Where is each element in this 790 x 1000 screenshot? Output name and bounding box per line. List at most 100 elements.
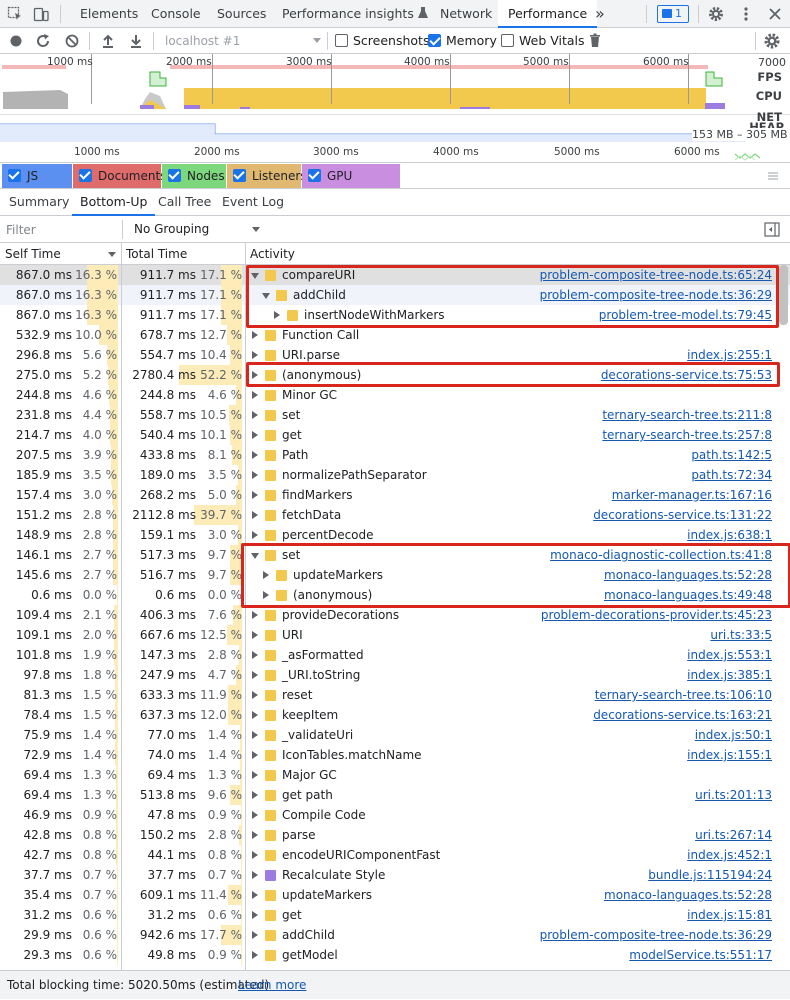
table-row[interactable]: 78.4 ms 1.5 % 637.3 ms 12.0 % keepItem decora…	[0, 705, 790, 725]
more-tabs-button[interactable]: »	[595, 0, 605, 28]
source-link[interactable]: index.js:50:1	[695, 725, 772, 745]
more-options-kebab-icon[interactable]	[738, 6, 754, 22]
nodes-checkbox[interactable]	[168, 169, 181, 182]
inspect-element-icon[interactable]	[7, 6, 23, 22]
listeners-checkbox[interactable]	[233, 169, 246, 182]
source-link[interactable]: path.ts:142:5	[691, 445, 772, 465]
table-row[interactable]: 35.4 ms 0.7 % 609.1 ms 11.4 % updateMarkers m…	[0, 885, 790, 905]
table-row[interactable]: 46.9 ms 0.9 % 47.8 ms 0.9 % Compile Code	[0, 805, 790, 825]
tab-bottom-up[interactable]: Bottom-Up	[72, 189, 156, 216]
column-self-time[interactable]: Self Time	[5, 243, 61, 265]
collapse-arrow-icon[interactable]	[252, 811, 258, 819]
collapse-arrow-icon[interactable]	[252, 951, 258, 959]
grouping-select[interactable]: No Grouping	[134, 216, 264, 243]
table-row[interactable]: 109.1 ms 2.0 % 667.6 ms 12.5 % URI uri.ts:33:…	[0, 625, 790, 645]
source-link[interactable]: index.js:385:1	[687, 665, 772, 685]
table-row[interactable]: 97.8 ms 1.8 % 247.9 ms 4.7 % _URI.toString in…	[0, 665, 790, 685]
collapse-arrow-icon[interactable]	[252, 931, 258, 939]
collect-garbage-trash-icon[interactable]	[586, 32, 604, 50]
tab-sources[interactable]: Sources	[217, 0, 266, 28]
collapse-arrow-icon[interactable]	[252, 671, 258, 679]
source-link[interactable]: ternary-search-tree.ts:106:10	[595, 685, 772, 705]
table-row[interactable]: 31.2 ms 0.6 % 31.2 ms 0.6 % get index.js:15:8…	[0, 905, 790, 925]
table-row[interactable]: 214.7 ms 4.0 % 540.4 ms 10.1 % get ternary-se…	[0, 425, 790, 445]
tab-elements[interactable]: Elements	[80, 0, 138, 28]
upload-profile-icon[interactable]	[99, 32, 117, 50]
reload-record-icon[interactable]	[34, 32, 52, 50]
counter-gpu-memory[interactable]: GPU Memory	[302, 164, 400, 207]
table-row[interactable]: 69.4 ms 1.3 % 513.8 ms 9.6 % get path uri.ts:…	[0, 785, 790, 805]
collapse-arrow-icon[interactable]	[252, 911, 258, 919]
table-row[interactable]: 207.5 ms 3.9 % 433.8 ms 8.1 % Path path.ts:14…	[0, 445, 790, 465]
collapse-arrow-icon[interactable]	[252, 691, 258, 699]
clear-icon[interactable]	[63, 32, 81, 50]
table-row[interactable]: 81.3 ms 1.5 % 633.3 ms 11.9 % reset ternary-s…	[0, 685, 790, 705]
table-row[interactable]: 29.3 ms 0.6 % 49.8 ms 0.9 % getModel modelSer…	[0, 945, 790, 965]
timeline-overview[interactable]: 1000 ms 2000 ms 3000 ms 4000 ms 5000 ms …	[0, 54, 790, 163]
tab-event-log[interactable]: Event Log	[222, 189, 284, 216]
toggle-sidebar-icon[interactable]	[764, 222, 780, 237]
collapse-arrow-icon[interactable]	[252, 431, 258, 439]
collapse-arrow-icon[interactable]	[252, 631, 258, 639]
tab-performance-insights[interactable]: Performance insights	[282, 0, 428, 28]
learn-more-link[interactable]: Learn more	[238, 971, 306, 1000]
close-devtools-icon[interactable]	[767, 6, 783, 22]
source-link[interactable]: bundle.js:115194:24	[648, 865, 772, 885]
collapse-arrow-icon[interactable]	[252, 491, 258, 499]
source-link[interactable]: decorations-service.ts:163:21	[593, 705, 772, 725]
source-link[interactable]: index.js:638:1	[687, 525, 772, 545]
table-row[interactable]: 148.9 ms 2.8 % 159.1 ms 3.0 % percentDecode i…	[0, 525, 790, 545]
column-total-time[interactable]: Total Time	[126, 243, 187, 265]
source-link[interactable]: uri.ts:267:14	[695, 825, 772, 845]
tab-console[interactable]: Console	[151, 0, 201, 28]
table-row[interactable]: 151.2 ms 2.8 % 2112.8 ms 39.7 % fetchData dec…	[0, 505, 790, 525]
table-row[interactable]: 37.7 ms 0.7 % 37.7 ms 0.7 % Recalculate Styl…	[0, 865, 790, 885]
collapse-arrow-icon[interactable]	[252, 791, 258, 799]
tab-call-tree[interactable]: Call Tree	[158, 189, 211, 216]
collapse-arrow-icon[interactable]	[252, 471, 258, 479]
documents-checkbox[interactable]	[79, 169, 92, 182]
collapse-arrow-icon[interactable]	[252, 771, 258, 779]
collapse-arrow-icon[interactable]	[252, 751, 258, 759]
table-row[interactable]: 244.8 ms 4.6 % 244.8 ms 4.6 % Minor GC	[0, 385, 790, 405]
collapse-arrow-icon[interactable]	[252, 531, 258, 539]
capture-settings-gear-icon[interactable]	[763, 32, 781, 50]
collapse-arrow-icon[interactable]	[252, 331, 258, 339]
collapse-arrow-icon[interactable]	[252, 871, 258, 879]
source-link[interactable]: path.ts:72:34	[691, 465, 772, 485]
target-select[interactable]: localhost #1	[155, 32, 325, 50]
collapse-arrow-icon[interactable]	[252, 711, 258, 719]
web-vitals-checkbox[interactable]	[501, 34, 514, 47]
table-row[interactable]: 29.9 ms 0.6 % 942.6 ms 17.7 % addChild proble…	[0, 925, 790, 945]
source-link[interactable]: index.js:15:81	[687, 905, 772, 925]
table-row[interactable]: 157.4 ms 3.0 % 268.2 ms 5.0 % findMarkers mar…	[0, 485, 790, 505]
source-link[interactable]: uri.ts:201:13	[695, 785, 772, 805]
record-icon[interactable]	[7, 32, 25, 50]
js-heap-checkbox[interactable]	[8, 169, 21, 182]
filter-input[interactable]	[4, 220, 118, 239]
table-row[interactable]: 42.7 ms 0.8 % 44.1 ms 0.8 % encodeURICompone…	[0, 845, 790, 865]
tab-performance[interactable]: Performance	[498, 0, 598, 28]
table-row[interactable]: 42.8 ms 0.8 % 150.2 ms 2.8 % parse uri.ts:267…	[0, 825, 790, 845]
download-profile-icon[interactable]	[127, 32, 145, 50]
source-link[interactable]: uri.ts:33:5	[710, 625, 772, 645]
source-link[interactable]: decorations-service.ts:131:22	[593, 505, 772, 525]
source-link[interactable]: problem-composite-tree-node.ts:36:29	[540, 925, 772, 945]
issues-counter-button[interactable]: 1	[657, 5, 689, 23]
counter-listeners[interactable]: Listeners	[227, 164, 307, 188]
source-link[interactable]: monaco-languages.ts:52:28	[604, 885, 772, 905]
table-row[interactable]: 69.4 ms 1.3 % 69.4 ms 1.3 % Major GC	[0, 765, 790, 785]
source-link[interactable]: index.js:452:1	[687, 845, 772, 865]
source-link[interactable]: ternary-search-tree.ts:211:8	[602, 405, 772, 425]
source-link[interactable]: marker-manager.ts:167:16	[612, 485, 772, 505]
collapse-arrow-icon[interactable]	[252, 891, 258, 899]
collapse-arrow-icon[interactable]	[252, 411, 258, 419]
counter-nodes[interactable]: Nodes	[162, 164, 226, 188]
table-row[interactable]: 75.9 ms 1.4 % 77.0 ms 1.4 % _validateUri inde…	[0, 725, 790, 745]
collapse-arrow-icon[interactable]	[252, 351, 258, 359]
counter-documents[interactable]: Documents	[73, 164, 166, 188]
source-link[interactable]: index.js:553:1	[687, 645, 772, 665]
source-link[interactable]: ternary-search-tree.ts:257:8	[602, 425, 772, 445]
collapse-arrow-icon[interactable]	[252, 831, 258, 839]
tab-summary[interactable]: Summary	[9, 189, 69, 216]
